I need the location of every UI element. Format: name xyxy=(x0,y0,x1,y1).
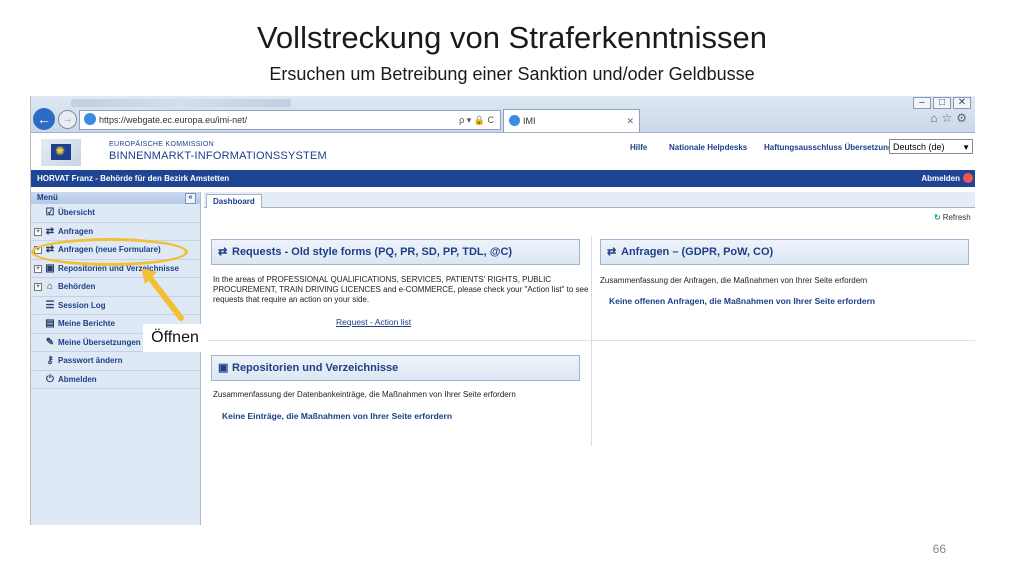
anfragen-panel-header: ⇄ Anfragen – (GDPR, PoW, CO) xyxy=(600,239,969,265)
anfragen-link[interactable]: Keine offenen Anfragen, die Maßnahmen vo… xyxy=(609,296,875,306)
refresh-button[interactable]: ↻ Refresh xyxy=(934,213,971,222)
ie-icon xyxy=(509,115,520,126)
address-bar[interactable]: https://webgate.ec.europa.eu/imi-net/ ρ … xyxy=(79,110,501,130)
page-number: 66 xyxy=(932,542,946,556)
exchange-icon: ⇄ xyxy=(607,246,617,258)
sidebar-item-label: Übersicht xyxy=(58,208,95,217)
address-tools[interactable]: ρ ▾ 🔒 C xyxy=(459,111,494,129)
language-value: Deutsch (de) xyxy=(893,142,945,152)
sidebar-item-label: Behörden xyxy=(58,282,96,291)
refresh-icon: ↻ xyxy=(934,213,941,222)
eu-logo xyxy=(41,139,81,166)
check-icon: ☑ xyxy=(45,207,55,218)
repositorien-summary: Zusammenfassung der Datenbankeinträge, d… xyxy=(213,390,516,399)
anfragen-title: Anfragen – (GDPR, PoW, CO) xyxy=(621,246,774,258)
arrow-icon xyxy=(141,268,184,321)
maximize-button[interactable]: □ xyxy=(933,97,951,109)
requests-text-3: requests that require an action on your … xyxy=(213,295,370,304)
helpdesks-link[interactable]: Nationale Helpdesks xyxy=(669,143,747,152)
ie-icon xyxy=(84,113,96,125)
list-icon: ☰ xyxy=(45,299,55,311)
sidebar-header: Menü « xyxy=(31,192,200,204)
forward-arrow-icon[interactable]: → xyxy=(58,110,77,129)
requests-text-2: PROCUREMENT, TRAIN DRIVING LICENCES and … xyxy=(213,285,589,294)
close-window-button[interactable]: ✕ xyxy=(953,97,971,109)
browser-tab[interactable]: IMI ✕ xyxy=(503,109,640,132)
window-controls: – □ ✕ xyxy=(911,97,971,109)
requests-text-1: In the areas of PROFESSIONAL QUALIFICATI… xyxy=(213,275,552,284)
user-bar: HORVAT Franz - Behörde für den Bezirk Am… xyxy=(31,170,975,187)
slide-title: Vollstreckung von Straferkenntnissen xyxy=(256,20,768,55)
key-icon: ⚷ xyxy=(46,355,54,366)
sidebar-item-übersicht[interactable]: ☑ Übersicht xyxy=(31,204,200,223)
sidebar-title: Menü xyxy=(37,193,58,202)
sidebar-item-label: Meine Übersetzungen xyxy=(58,337,141,347)
power-icon: ⏻ xyxy=(46,373,54,385)
collapse-button[interactable]: « xyxy=(185,193,196,204)
row-divider xyxy=(204,340,975,341)
requests-title: Requests - Old style forms (PQ, PR, SD, … xyxy=(232,246,513,258)
highlight-ellipse xyxy=(31,238,188,266)
repositorien-link[interactable]: Keine Einträge, die Maßnahmen von Ihrer … xyxy=(222,411,452,421)
screenshot: – □ ✕ ← → https://webgate.ec.europa.eu/imi… xyxy=(30,96,975,525)
commission-label: EUROPÄISCHE KOMMISSION xyxy=(109,141,215,148)
blurred-tabs xyxy=(71,99,291,107)
anfragen-summary: Zusammenfassung der Anfragen, die Maßnah… xyxy=(600,276,868,285)
help-link[interactable]: Hilfe xyxy=(630,143,647,152)
open-callout: Öffnen xyxy=(143,324,207,352)
url-text: https://webgate.ec.europa.eu/imi-net/ xyxy=(99,115,248,125)
power-icon xyxy=(963,173,973,183)
expand-icon[interactable]: + xyxy=(34,227,42,236)
system-name: BINNENMARKT-INFORMATIONSSYSTEM xyxy=(109,150,327,162)
chevron-down-icon: ▼ xyxy=(962,143,970,152)
requests-panel-header: ⇄ Requests - Old style forms (PQ, PR, SD,… xyxy=(211,239,580,265)
minimize-button[interactable]: – xyxy=(913,97,931,109)
browser-chrome: – □ ✕ ← → https://webgate.ec.europa.eu/imi… xyxy=(31,96,975,133)
back-arrow-icon[interactable]: ← xyxy=(33,108,55,130)
exchange-icon: ⇄ xyxy=(45,225,55,237)
close-tab-icon[interactable]: ✕ xyxy=(626,110,634,132)
repositorien-panel-header: ▣ Repositorien und Verzeichnisse xyxy=(211,355,580,381)
building-icon: ⌂ xyxy=(46,281,54,292)
inbox-icon: ▣ xyxy=(218,362,229,374)
exchange-icon: ⇄ xyxy=(218,246,228,258)
expand-icon[interactable]: + xyxy=(34,283,42,291)
slide-subtitle: Ersuchen um Betreibung einer Sanktion un… xyxy=(269,64,755,84)
refresh-label: Refresh xyxy=(942,213,971,222)
disclaimer-link[interactable]: Haftungsausschluss Übersetzung xyxy=(764,143,893,152)
request-action-list-link[interactable]: Request - Action list xyxy=(336,317,411,327)
expand-icon[interactable]: + xyxy=(34,264,42,273)
repositorien-title: Repositorien und Verzeichnisse xyxy=(232,362,399,374)
browser-tool-icons[interactable]: ⌂☆⚙ xyxy=(930,111,971,125)
site-header: EUROPÄISCHE KOMMISSION BINNENMARKT-INFOR… xyxy=(31,133,975,170)
sidebar-item-passwort-ändern[interactable]: ⚷ Passwort ändern xyxy=(31,352,200,371)
sidebar-item-label: Meine Berichte xyxy=(58,319,115,328)
report-icon: ▤ xyxy=(45,318,55,329)
sidebar-item-label: Anfragen xyxy=(58,226,94,236)
chat-icon: ✎ xyxy=(45,336,55,348)
user-info: HORVAT Franz - Behörde für den Bezirk Am… xyxy=(37,174,230,183)
tab-title: IMI xyxy=(523,116,536,126)
sidebar-item-label: Passwort ändern xyxy=(58,356,123,365)
content-tabs: Dashboard xyxy=(204,192,975,208)
sidebar-item-label: Abmelden xyxy=(58,374,97,384)
sidebar-item-abmelden[interactable]: ⏻ Abmelden xyxy=(31,371,200,389)
logout-link[interactable]: Abmelden xyxy=(921,170,973,187)
language-select[interactable]: Deutsch (de) ▼ xyxy=(889,139,973,154)
tab-dashboard[interactable]: Dashboard xyxy=(206,194,262,208)
logout-label: Abmelden xyxy=(921,174,960,183)
panel-divider xyxy=(591,236,592,446)
sidebar-item-label: Session Log xyxy=(58,300,106,310)
